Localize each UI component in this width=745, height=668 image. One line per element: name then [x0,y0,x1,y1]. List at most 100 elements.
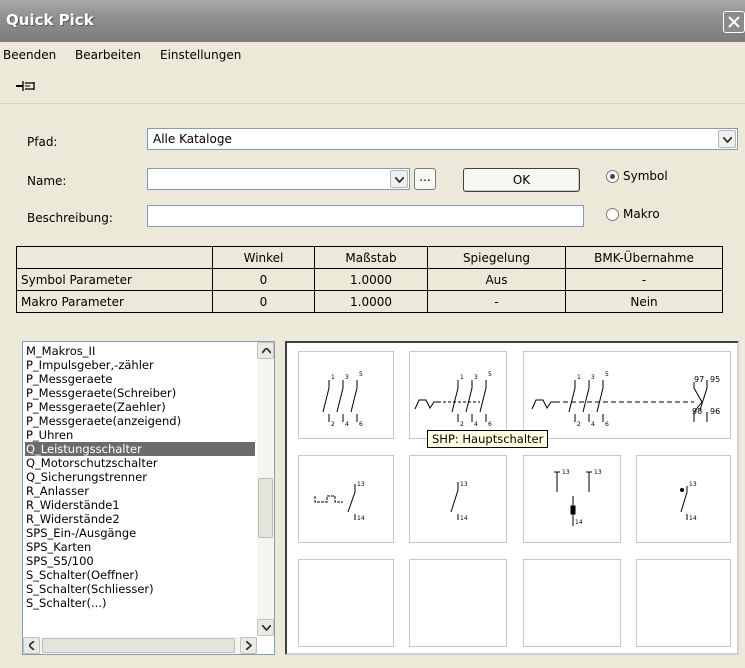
radio-symbol[interactable] [606,170,619,183]
parameter-table: Winkel Maßstab Spiegelung BMK-Übernahme … [16,246,723,313]
path-dropdown-button[interactable] [718,130,736,148]
pin-icon[interactable] [16,80,36,92]
list-item[interactable]: Q_Motorschutzschalter [25,456,255,470]
list-item[interactable]: SPS_Karten [25,540,255,554]
list-item[interactable]: P_Uhren [25,428,255,442]
list-item[interactable]: SPS_S5/100 [25,554,255,568]
terminal-label: 5 [359,371,363,378]
no-contact-symbol: 13 14 [450,481,468,522]
path-combo[interactable]: Alle Kataloge [147,128,738,150]
terminal-label: 6 [605,421,609,428]
scroll-up-button[interactable] [257,342,274,359]
symbol-gallery: 1 3 5 2 4 6 1 3 5 2 4 6 1 3 5 2 4 6 97 9… [285,341,739,655]
name-label: Name: [27,174,67,188]
terminal-label: 14 [575,519,583,526]
table-header-row: Winkel Maßstab Spiegelung BMK-Übernahme [16,246,723,269]
description-label: Beschreibung: [27,211,113,225]
title-bar: Quick Pick [0,0,745,42]
symbol-cell-empty[interactable] [523,559,621,647]
close-button[interactable] [723,11,745,33]
scroll-thumb[interactable] [258,478,273,538]
table-cell[interactable]: 1.0000 [314,290,428,313]
symbol-cell-empty[interactable] [409,559,507,647]
toolbar [0,66,745,104]
symbol-cell-main-switch[interactable]: 1 3 5 2 4 6 [409,351,507,439]
symbol-cell-changeover[interactable]: 13 13 14 [523,455,621,543]
vertical-scrollbar[interactable] [257,342,274,636]
terminal-label: 97 [694,375,704,384]
table-cell[interactable]: 0 [212,290,315,313]
symbol-cell-pushbutton[interactable]: 13 14 [298,455,394,543]
path-label: Pfad: [27,135,58,149]
table-cell[interactable]: - [565,268,723,291]
table-cell[interactable]: 1.0000 [314,268,428,291]
name-combo[interactable] [147,168,410,190]
table-header-cell: Maßstab [314,246,428,269]
table-header-cell: Winkel [212,246,315,269]
terminal-label: 6 [359,421,363,428]
list-item[interactable]: S_Schalter(Schliesser) [25,582,255,596]
browse-button[interactable]: ... [414,168,436,190]
terminal-label: 13 [357,481,365,488]
menu-einstellungen[interactable]: Einstellungen [160,48,241,62]
symbol-cell-empty[interactable] [636,559,731,647]
name-dropdown-button[interactable] [390,170,408,188]
list-item[interactable]: R_Anlasser [25,484,255,498]
terminal-label: 14 [460,515,468,522]
table-cell[interactable]: Aus [427,268,566,291]
scroll-left-button[interactable] [23,637,40,654]
list-item[interactable]: P_Messgeraete(anzeigend) [25,414,255,428]
symbol-cell-no-contact[interactable]: 13 14 [409,455,507,543]
close-icon [728,16,740,28]
table-cell: Makro Parameter [16,290,213,313]
list-item[interactable]: Q_Leistungsschalter [25,442,255,456]
table-row: Symbol Parameter 0 1.0000 Aus - [16,268,723,291]
terminal-label: 13 [562,469,570,476]
table-header-cell: BMK-Übernahme [565,246,723,269]
list-item[interactable]: SPS_Ein-/Ausgänge [25,526,255,540]
terminal-label: 13 [689,481,697,488]
terminal-label: 14 [357,515,365,522]
description-field[interactable] [147,205,584,227]
terminal-label: 3 [345,374,349,381]
symbol-cell-empty[interactable] [298,559,394,647]
ok-button[interactable]: OK [463,168,580,192]
chevron-down-icon [395,177,404,183]
chevron-down-icon [723,137,732,143]
chevron-left-icon [29,641,35,650]
terminal-label: 96 [710,407,720,416]
terminal-label: 3 [474,374,478,381]
list-item[interactable]: M_Makros_II [25,344,255,358]
list-item[interactable]: R_Widerstände2 [25,512,255,526]
symbol-cell-main-switch-aux[interactable]: 1 3 5 2 4 6 97 95 98 96 [523,351,731,439]
list-item[interactable]: P_Impulsgeber,-zähler [25,358,255,372]
terminal-label: 95 [710,375,720,384]
scroll-down-button[interactable] [257,619,274,636]
table-cell[interactable]: 0 [212,268,315,291]
list-item[interactable]: P_Messgeraete [25,372,255,386]
symbol-cell-3pole-switch[interactable]: 1 3 5 2 4 6 [298,351,394,439]
list-item[interactable]: S_Schalter(Oeffner) [25,568,255,582]
menu-beenden[interactable]: Beenden [3,48,56,62]
menu-bearbeiten[interactable]: Bearbeiten [75,48,141,62]
symbol-cell-contact-2[interactable]: 13 14 [636,455,731,543]
terminal-label: 13 [594,469,602,476]
table-cell[interactable]: - [427,290,566,313]
list-item[interactable]: R_Widerstände1 [25,498,255,512]
horizontal-scrollbar[interactable] [23,637,257,654]
list-item[interactable]: P_Messgeraete(Zaehler) [25,400,255,414]
scroll-right-button[interactable] [240,637,257,654]
table-cell[interactable]: Nein [565,290,723,313]
list-item[interactable]: P_Messgeraete(Schreiber) [25,386,255,400]
list-item[interactable]: Q_Sicherungstrenner [25,470,255,484]
catalog-list[interactable]: M_Makros_II P_Impulsgeber,-zähler P_Messge… [22,341,275,655]
list-item[interactable]: S_Schalter(...) [25,596,255,610]
terminal-label: 5 [605,371,609,378]
terminal-label: 1 [460,374,464,381]
terminal-label: 2 [577,421,581,428]
terminal-label: 3 [591,374,595,381]
terminal-label: 4 [345,421,349,428]
terminal-label: 14 [689,515,697,522]
hscroll-thumb[interactable] [42,638,235,653]
radio-macro[interactable] [606,208,619,221]
